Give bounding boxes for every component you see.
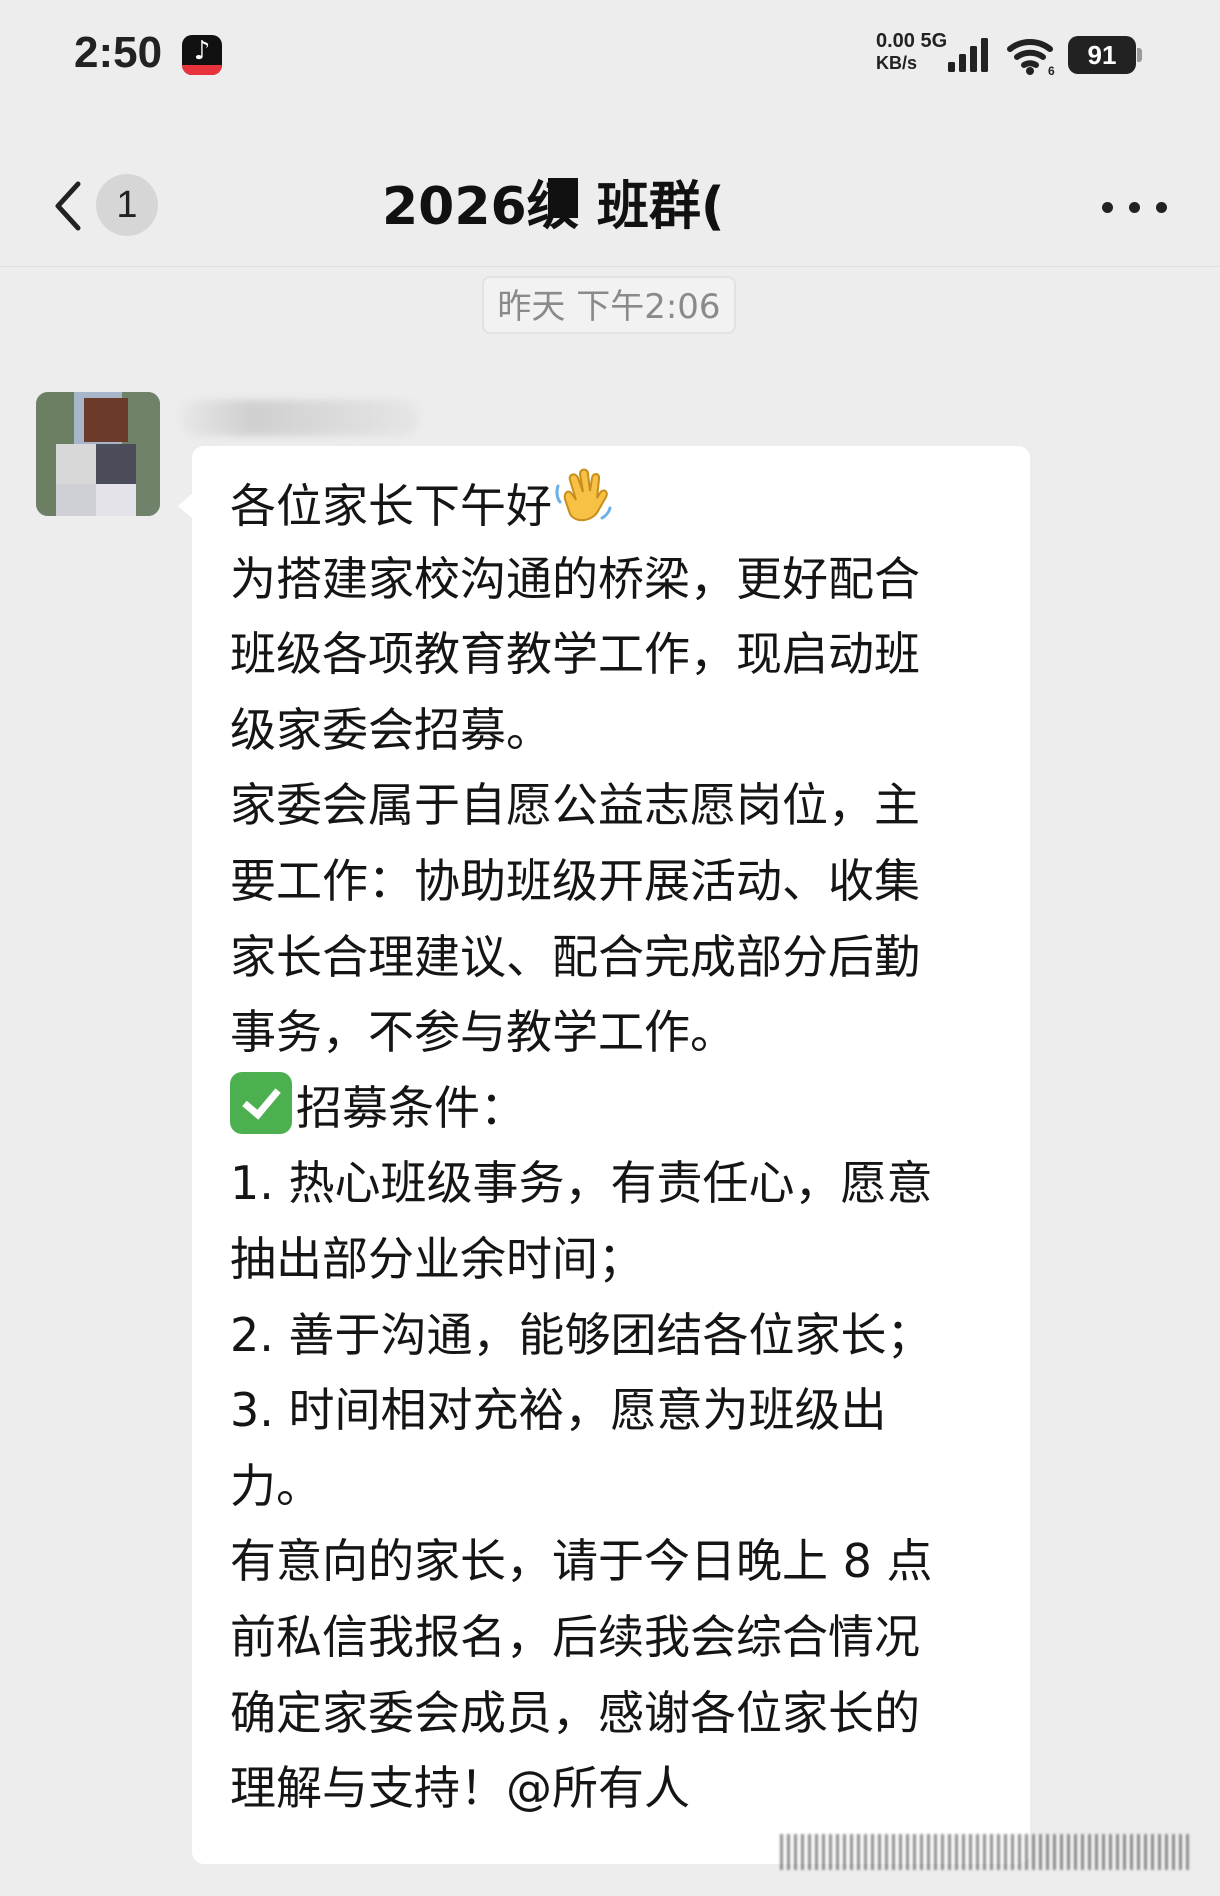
more-dots-icon [1102,202,1113,213]
svg-text:6: 6 [1048,64,1055,76]
message-line: 力。 [230,1458,322,1513]
more-dots-icon [1156,202,1167,213]
message-timestamp: 昨天 下午2:06 [482,276,736,334]
sender-name-redacted [180,400,420,436]
chat-header: 1 2026级 班群( [0,110,1220,267]
message-bubble[interactable]: 各位家长下午好 为搭建家校沟通的桥梁，更好配合 班级各项教育教学工作，现启动班 … [192,446,1030,1864]
message-line: 家委会属于自愿公益志愿岗位，主 [230,778,920,833]
message-line: 事务，不参与教学工作。 [230,1005,736,1060]
more-dots-icon [1129,202,1140,213]
message-line: 招募条件： [230,1071,1010,1147]
check-mark-button-icon [230,1071,292,1134]
signal-icon [946,36,992,74]
waving-hand-icon [552,466,614,542]
message-line: 有意向的家长，请于今日晚上 8 点 [230,1534,933,1589]
message-line: 理解与支持！@所有人 [230,1761,690,1816]
message-line: 3. 时间相对充裕，愿意为班级出 [230,1383,887,1438]
message-text: 各位家长下午好 为搭建家校沟通的桥梁，更好配合 班级各项教育教学工作，现启动班 … [230,466,1010,1827]
network-speed-unit: KB/s [876,53,918,73]
message-line: 级家委会招募。 [230,702,552,757]
message-line: 前私信我报名，后续我会综合情况 [230,1609,920,1664]
message-line: 家长合理建议、配合完成部分后勤 [230,929,920,984]
more-options-button[interactable] [1100,182,1170,232]
tiktok-icon: ♪ [182,35,222,75]
network-speed-value: 0.00 5G [876,30,948,52]
message-line: 抽出部分业余时间； [230,1231,644,1286]
chevron-left-icon [48,176,88,236]
back-button[interactable]: 1 [40,160,170,250]
network-speed: 0.00 5G KB/s [876,30,952,74]
avatar[interactable] [36,392,160,516]
status-time: 2:50 [74,28,163,77]
message-line: 要工作：协助班级开展活动、收集 [230,853,920,908]
message-line: 为搭建家校沟通的桥梁，更好配合 [230,551,920,606]
status-bar: 2:50 ♪ 0.00 5G KB/s 6 91 [0,0,1220,110]
watermark [780,1834,1190,1870]
message-line: 各位家长下午好 [230,466,1010,542]
redaction-mark [548,178,578,218]
message-line: 1. 热心班级事务，有责任心，愿意 [230,1156,933,1211]
wifi-icon: 6 [1006,36,1058,78]
battery-tip [1137,48,1142,62]
message-line: 2. 善于沟通，能够团结各位家长； [230,1307,933,1362]
battery-indicator: 91 [1068,36,1136,74]
message-line: 确定家委会成员，感谢各位家长的 [230,1685,920,1740]
unread-count-badge: 1 [96,174,158,236]
message-line: 班级各项教育教学工作，现启动班 [230,627,920,682]
